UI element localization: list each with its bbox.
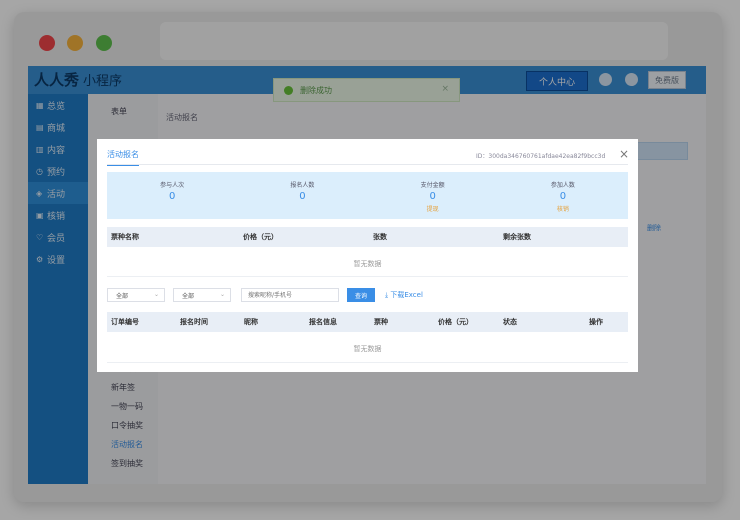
stat-payment: 支付金额 0 提现: [368, 172, 498, 219]
column-header: 报名时间: [180, 318, 208, 326]
order-empty-text: 暂无数据: [353, 345, 382, 353]
column-header: 张数: [373, 233, 387, 241]
column-header: 价格（元）: [438, 318, 473, 326]
column-header: 状态: [503, 318, 517, 326]
stat-label: 参与人次: [160, 182, 185, 189]
search-input[interactable]: [241, 288, 339, 302]
column-header: 昵称: [244, 318, 258, 326]
verify-link[interactable]: 核销: [498, 204, 628, 213]
stats-panel: 参与人次 0 报名人数 0 支付金额 0 提现 参加人数 0 核销: [107, 172, 628, 219]
stat-value: 0: [299, 191, 306, 202]
withdraw-link[interactable]: 提现: [368, 204, 498, 213]
stat-label: 参加人数: [550, 182, 575, 189]
query-button[interactable]: 查询: [347, 288, 375, 302]
ticket-empty-text: 暂无数据: [353, 260, 382, 268]
stat-label: 报名人数: [290, 182, 315, 189]
divider: [107, 362, 628, 363]
stat-participations: 参与人次 0: [107, 172, 237, 219]
chevron-down-icon: ⌄: [219, 291, 225, 298]
stat-signups: 报名人数 0: [237, 172, 367, 219]
column-header: 操作: [589, 318, 603, 326]
select-value: 全部: [182, 292, 195, 300]
column-header: 报名信息: [309, 318, 337, 326]
chevron-down-icon: ⌄: [153, 291, 159, 298]
stat-attendees: 参加人数 0 核销: [498, 172, 628, 219]
divider: [107, 276, 628, 277]
column-header: 订单编号: [111, 318, 139, 326]
column-header: 票种: [374, 318, 388, 326]
ticket-filter-select[interactable]: 全部 ⌄: [173, 288, 231, 302]
column-header: 价格（元）: [243, 233, 278, 241]
download-excel-link[interactable]: ⤓ 下载Excel: [385, 290, 423, 300]
activity-id: ID：300da346760761afdae42ea82f9bcc3d: [476, 153, 606, 160]
stat-value: 0: [168, 191, 176, 202]
signup-modal: 活动报名 ID：300da346760761afdae42ea82f9bcc3d…: [97, 139, 638, 372]
stat-value: 0: [429, 191, 436, 202]
ticket-table-header: 票种名称 价格（元） 张数 剩余张数: [107, 227, 628, 247]
status-filter-select[interactable]: 全部 ⌄: [107, 288, 165, 302]
order-table-header: 订单编号 报名时间 昵称 报名信息 票种 价格（元） 状态 操作: [107, 312, 628, 332]
column-header: 票种名称: [111, 233, 139, 241]
stat-value: 0: [559, 191, 567, 202]
query-button-label: 查询: [354, 292, 367, 300]
select-value: 全部: [116, 292, 129, 300]
download-label: 下载Excel: [390, 291, 423, 299]
close-icon[interactable]: ×: [619, 147, 629, 161]
tab-divider: [107, 164, 628, 165]
column-header: 剩余张数: [503, 233, 531, 241]
download-icon: ⤓: [385, 291, 389, 299]
stat-label: 支付金额: [420, 182, 445, 189]
